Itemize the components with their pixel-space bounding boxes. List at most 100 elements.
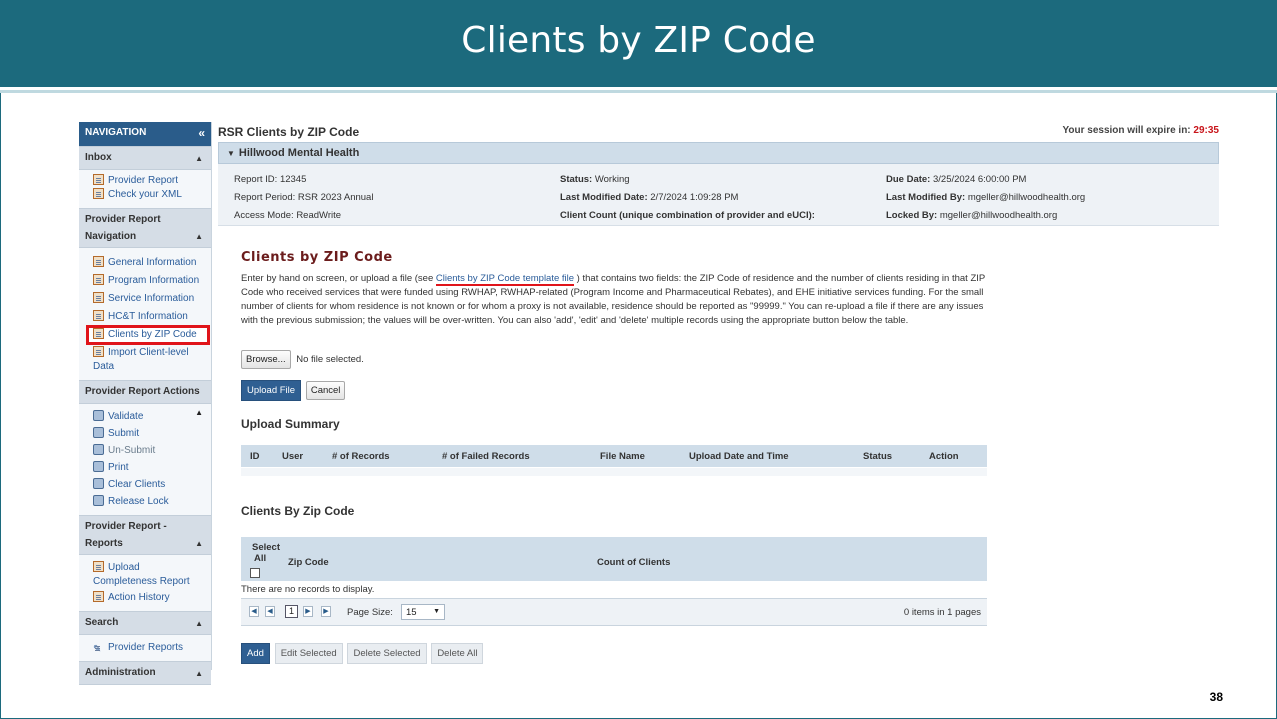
nav-item-label: Clients by ZIP Code [108, 329, 197, 340]
action-items: ▲ Validate Submit Un-Submit Print Clear … [79, 404, 211, 515]
caret-up-icon: ▲ [195, 619, 203, 628]
browse-button[interactable]: Browse... [241, 350, 291, 369]
page-size-value: 15 [406, 607, 417, 618]
caret-up-icon: ▲ [195, 232, 203, 241]
nav-item-label: Submit [108, 428, 140, 439]
label: Client Count (unique combination of prov… [560, 210, 815, 221]
nav-item-label: Provider Reports [108, 642, 184, 653]
edit-selected-button[interactable]: Edit Selected [274, 643, 343, 664]
nav-item-clients-by-zip-code[interactable]: Clients by ZIP Code [86, 325, 210, 345]
col-action[interactable]: Action [929, 451, 959, 462]
nav-section-label-line2: Reports [85, 538, 123, 549]
prev-page-icon[interactable]: ◀ [265, 606, 275, 617]
validate-icon [93, 410, 104, 421]
nav-item-label: Service Information [108, 293, 195, 304]
nav-section-provider-report-navigation[interactable]: Provider Report Navigation ▲ [79, 208, 211, 248]
nav-item-action-history[interactable]: Action History [93, 591, 211, 605]
upload-summary-heading: Upload Summary [241, 417, 340, 431]
upload-actions: Upload File Cancel [241, 380, 346, 401]
upload-file-button[interactable]: Upload File [241, 380, 302, 401]
info-status: Status: Working [560, 174, 630, 185]
print-icon [93, 461, 104, 472]
value: mgeller@hillwoodhealth.org [939, 210, 1058, 221]
provider-name: Hillwood Mental Health [238, 147, 360, 159]
nav-item-hct-information[interactable]: HC&T Information [93, 310, 211, 324]
nav-item-service-information[interactable]: Service Information [93, 292, 211, 306]
nav-section-label-line1: Provider Report [85, 214, 161, 225]
col-file-name[interactable]: File Name [600, 451, 645, 462]
desc-before: Enter by hand on screen, or upload a fil… [241, 273, 436, 284]
inbox-items: Provider Report Check your XML [79, 170, 211, 208]
slide-title: Clients by ZIP Code [461, 20, 816, 61]
nav-item-upload-completeness-report[interactable]: Upload Completeness Report [79, 561, 205, 589]
nav-item-label: Upload Completeness Report [93, 562, 190, 587]
nav-section-inbox[interactable]: Inbox ▲ [79, 146, 211, 170]
pager-info: 0 items in 1 pages [903, 607, 981, 618]
submit-icon [93, 427, 104, 438]
nav-item-label: Un-Submit [108, 445, 156, 456]
nav-item-label: Provider Report [108, 175, 179, 186]
nav-item-check-your-xml[interactable]: Check your XML [93, 188, 211, 202]
nav-item-import-client-level-data[interactable]: Import Client-level Data [79, 346, 191, 374]
col-zip-code[interactable]: Zip Code [288, 557, 329, 568]
next-page-icon[interactable]: ▶ [303, 606, 313, 617]
nav-section-provider-report-actions[interactable]: Provider Report Actions [79, 380, 211, 404]
nav-item-general-information[interactable]: General Information [93, 256, 211, 270]
info-last-modified-date: Last Modified Date: 2/7/2024 1:09:28 PM [560, 192, 738, 203]
provider-bar[interactable]: ▼ Hillwood Mental Health [218, 142, 1219, 164]
main-panel: RSR Clients by ZIP Code Your session wil… [218, 122, 1219, 670]
nav-item-program-information[interactable]: Program Information [93, 274, 211, 288]
delete-all-button[interactable]: Delete All [431, 643, 484, 664]
page-size-label: Page Size: [347, 607, 393, 618]
select-all-line1: Select [252, 542, 280, 553]
clear-clients-icon [93, 478, 104, 489]
nav-section-search[interactable]: Search ▲ [79, 611, 211, 635]
nav-item-label: Check your XML [108, 189, 182, 200]
col-failed-records[interactable]: # of Failed Records [442, 451, 530, 462]
cancel-button[interactable]: Cancel [305, 381, 346, 400]
label: Report ID: [234, 174, 278, 185]
no-file-text: No file selected. [296, 354, 364, 365]
session-timer: Your session will expire in: 29:35 [1062, 125, 1219, 136]
select-all-line2: All [254, 553, 267, 564]
nav-item-release-lock[interactable]: Release Lock [93, 495, 211, 509]
nav-item-provider-reports[interactable]: ✎ Provider Reports [93, 641, 211, 655]
nav-item-clear-clients[interactable]: Clear Clients [93, 478, 211, 492]
select-all-checkbox[interactable] [250, 568, 260, 578]
nav-item-validate[interactable]: Validate [93, 410, 211, 424]
nav-item-label: General Information [108, 257, 197, 268]
navigation-items: General Information Program Information … [79, 248, 211, 380]
col-records[interactable]: # of Records [332, 451, 390, 462]
nav-item-print[interactable]: Print [93, 461, 211, 475]
current-page[interactable]: 1 [285, 605, 298, 618]
release-lock-icon [93, 495, 104, 506]
nav-item-submit[interactable]: Submit [93, 427, 211, 441]
info-locked-by: Locked By: mgeller@hillwoodhealth.org [886, 210, 1057, 221]
caret-up-icon: ▲ [195, 154, 203, 163]
col-user[interactable]: User [282, 451, 303, 462]
col-status[interactable]: Status [863, 451, 892, 462]
info-report-id: Report ID: 12345 [234, 174, 306, 185]
label: Due Date: [886, 174, 931, 185]
nav-section-provider-report-reports[interactable]: Provider Report - Reports ▲ [79, 515, 211, 555]
collapse-nav-icon[interactable]: « [198, 126, 205, 140]
add-button[interactable]: Add [241, 643, 270, 664]
col-upload-date-time[interactable]: Upload Date and Time [689, 451, 789, 462]
nav-item-label: Validate [108, 411, 144, 422]
col-id[interactable]: ID [250, 451, 260, 462]
nav-item-un-submit[interactable]: Un-Submit [93, 444, 211, 458]
last-page-icon[interactable]: ▶ [321, 606, 331, 617]
select-all-label: Select All [252, 542, 280, 564]
col-count-of-clients[interactable]: Count of Clients [597, 557, 670, 568]
label: Last Modified Date: [560, 192, 648, 203]
nav-section-administration[interactable]: Administration ▲ [79, 661, 211, 685]
first-page-icon[interactable]: ◀ [249, 606, 259, 617]
nav-item-provider-report[interactable]: Provider Report [93, 174, 211, 188]
nav-section-inbox-label: Inbox [85, 152, 112, 163]
nav-section-search-label: Search [85, 617, 119, 628]
page-size-select[interactable]: 15 ▼ [401, 604, 445, 620]
report-icon [93, 174, 104, 185]
delete-selected-button[interactable]: Delete Selected [347, 643, 427, 664]
template-file-link[interactable]: Clients by ZIP Code template file [435, 273, 575, 286]
value: Working [594, 174, 630, 185]
